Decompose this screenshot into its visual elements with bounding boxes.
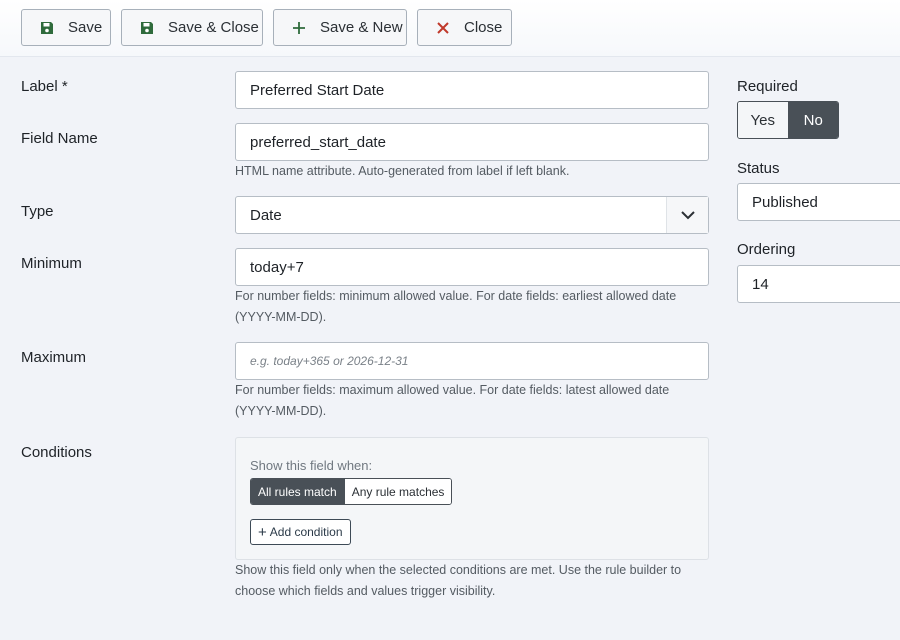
ordering-label: Ordering	[737, 241, 796, 258]
maximum-help-line2: (YYYY-MM-DD).	[235, 404, 327, 418]
type-label: Type	[21, 203, 54, 220]
field-name-help: HTML name attribute. Auto-generated from…	[235, 164, 570, 178]
ordering-input[interactable]: 14	[737, 265, 900, 303]
required-no-option[interactable]: No	[788, 102, 838, 138]
field-name-label: Field Name	[21, 130, 98, 147]
save-label: Save	[68, 19, 103, 36]
floppy-disk-icon	[38, 19, 56, 37]
all-rules-match-option[interactable]: All rules match	[251, 479, 344, 504]
add-condition-button[interactable]: + Add condition	[250, 519, 351, 545]
maximum-input[interactable]: e.g. today+365 or 2026-12-31	[235, 342, 709, 380]
maximum-help-line1: For number fields: maximum allowed value…	[235, 383, 670, 397]
minimum-help-line2: (YYYY-MM-DD).	[235, 310, 327, 324]
close-label: Close	[464, 19, 503, 36]
save-new-button[interactable]: Save & New	[273, 9, 407, 46]
minimum-label: Minimum	[21, 255, 82, 272]
plus-icon	[290, 19, 308, 37]
any-rule-matches-option[interactable]: Any rule matches	[343, 479, 452, 504]
save-close-label: Save & Close	[168, 19, 259, 36]
close-icon	[434, 19, 452, 37]
maximum-label: Maximum	[21, 349, 87, 366]
save-new-label: Save & New	[320, 19, 403, 36]
conditions-builder: Show this field when: All rules match An…	[235, 437, 709, 560]
save-close-button[interactable]: Save & Close	[121, 9, 263, 46]
required-toggle: Yes No	[737, 101, 839, 139]
chevron-down-icon[interactable]	[666, 197, 708, 233]
close-button[interactable]: Close	[417, 9, 512, 46]
type-select-value: Date	[250, 206, 282, 224]
label-input[interactable]: Preferred Start Date	[235, 71, 709, 109]
label-field-label: Label *	[21, 78, 68, 95]
required-label: Required	[737, 78, 798, 95]
save-button[interactable]: Save	[21, 9, 111, 46]
status-label: Status	[737, 160, 780, 177]
conditions-help-line2: choose which fields and values trigger v…	[235, 584, 496, 598]
minimum-input[interactable]: today+7	[235, 248, 709, 286]
field-name-input[interactable]: preferred_start_date	[235, 123, 709, 161]
plus-icon: +	[258, 523, 267, 541]
conditions-help-line1: Show this field only when the selected c…	[235, 563, 682, 577]
floppy-disk-icon	[138, 19, 156, 37]
conditions-label: Conditions	[21, 444, 92, 461]
status-select[interactable]: Published	[737, 183, 900, 221]
conditions-title: Show this field when:	[250, 458, 373, 473]
toolbar: Save Save & Close Save & New Close	[0, 0, 900, 57]
conditions-mode-toggle: All rules match Any rule matches	[250, 478, 453, 505]
add-condition-label: Add condition	[269, 525, 343, 539]
type-select[interactable]: Date	[235, 196, 709, 234]
required-yes-option[interactable]: Yes	[738, 102, 789, 138]
minimum-help-line1: For number fields: minimum allowed value…	[235, 289, 677, 303]
